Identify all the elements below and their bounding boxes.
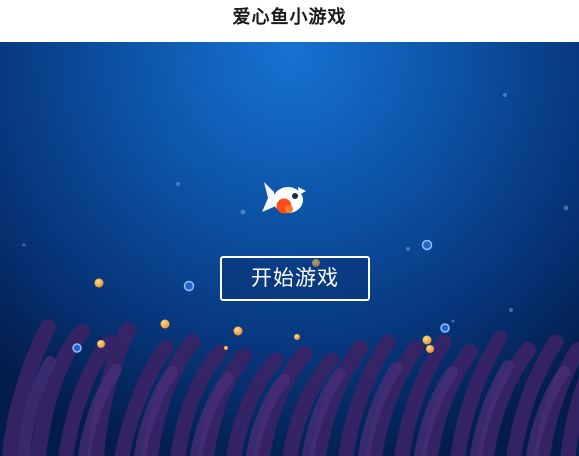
- sparkle: [406, 247, 410, 251]
- fruit-bubble: [422, 335, 432, 345]
- blue-bubble: [440, 323, 450, 333]
- fish-heart-inner: [285, 205, 293, 213]
- fruit-bubble: [97, 340, 105, 348]
- fruit-bubble: [160, 319, 170, 329]
- sparkle: [451, 319, 455, 323]
- start-game-button[interactable]: 开始游戏: [220, 256, 370, 301]
- sparkle: [240, 209, 246, 215]
- blue-bubble: [72, 343, 82, 353]
- fruit-bubble: [294, 334, 300, 340]
- game-canvas[interactable]: 开始游戏: [0, 42, 579, 456]
- blue-bubble: [421, 239, 433, 251]
- fruit-bubble: [224, 346, 228, 350]
- fruit-bubble: [426, 345, 434, 353]
- page-title: 爱心鱼小游戏: [232, 7, 347, 28]
- blue-bubble: [183, 280, 195, 292]
- fish-eye: [292, 193, 298, 199]
- game-scene: [0, 42, 579, 456]
- sparkle: [176, 182, 180, 186]
- fruit-bubble: [233, 326, 243, 336]
- sparkle: [22, 243, 26, 247]
- sparkle: [503, 93, 507, 97]
- page-header: 爱心鱼小游戏: [0, 0, 579, 42]
- fruit-bubble: [94, 278, 104, 288]
- sparkle: [509, 308, 513, 312]
- sparkle: [563, 205, 569, 211]
